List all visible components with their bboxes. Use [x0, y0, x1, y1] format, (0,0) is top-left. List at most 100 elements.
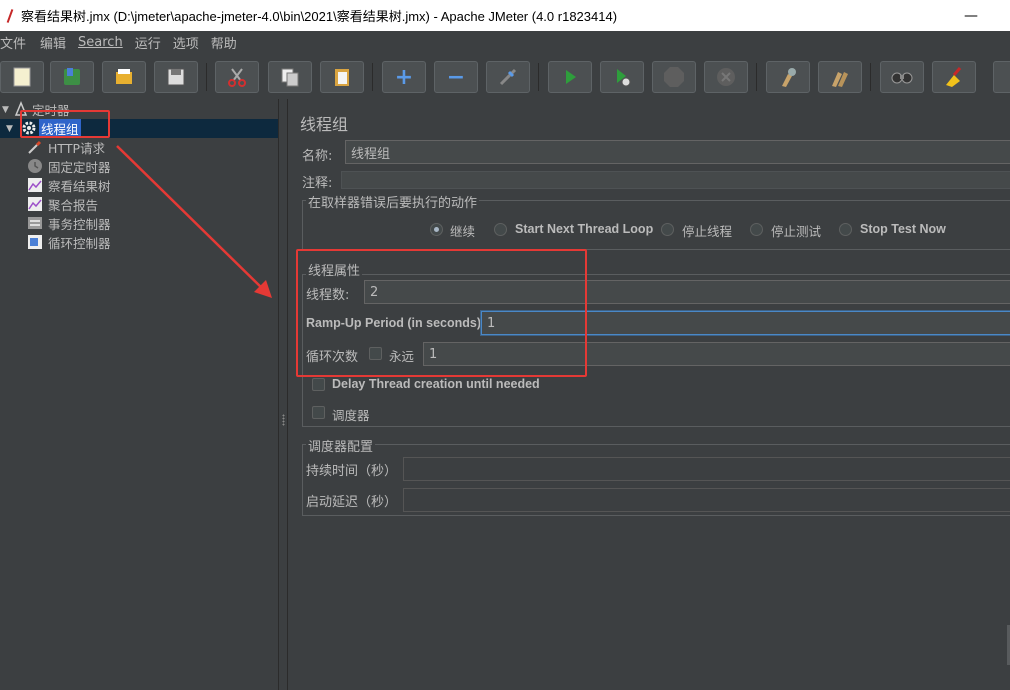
open-button[interactable] — [102, 61, 146, 93]
tree-label: 循环控制器 — [48, 236, 111, 251]
clear-icon — [782, 68, 796, 87]
shutdown-button[interactable] — [704, 61, 748, 93]
toggle-icon — [499, 68, 517, 86]
collapse-icon: − — [446, 64, 466, 90]
menu-file[interactable]: 文件 — [0, 33, 26, 52]
reset-search-button[interactable] — [932, 61, 976, 93]
duration-label: 持续时间（秒） — [306, 464, 398, 479]
graph-icon — [28, 178, 42, 192]
startup-delay-field[interactable] — [403, 488, 1010, 512]
toggle-button[interactable] — [486, 61, 530, 93]
controller-icon — [28, 217, 42, 229]
copy-icon — [281, 68, 299, 87]
name-field[interactable]: 线程组 — [345, 140, 1010, 164]
radio-stop-thread[interactable] — [661, 223, 674, 236]
search-icon — [891, 72, 913, 84]
error-action-title: 在取样器错误后要执行的动作 — [306, 192, 480, 211]
start-icon — [566, 70, 576, 84]
comment-label: 注释: — [302, 176, 333, 191]
tree-node-transaction-controller[interactable]: 事务控制器 — [0, 214, 278, 233]
new-icon — [13, 67, 31, 87]
menu-options[interactable]: 选项 — [173, 33, 199, 52]
copy-button[interactable] — [268, 61, 312, 93]
expand-icon: + — [394, 64, 414, 90]
expand-arrow-icon[interactable]: ▼ — [2, 105, 9, 115]
thread-group-panel: 线程组 名称: 线程组 注释: 在取样器错误后要执行的动作 继续 Start N… — [289, 99, 1010, 690]
cut-icon — [228, 68, 246, 87]
menu-help[interactable]: 帮助 — [211, 33, 237, 52]
tree-node-loop-controller[interactable]: 循环控制器 — [0, 233, 278, 252]
loop-icon — [28, 235, 42, 249]
toolbar: + − — [0, 55, 1010, 99]
jmeter-feather-icon — [5, 9, 15, 23]
maximize-button[interactable]: □ — [994, 0, 1010, 31]
templates-icon — [64, 68, 80, 85]
name-label: 名称: — [302, 149, 333, 164]
paste-button[interactable] — [320, 61, 364, 93]
radio-start-next-loop[interactable] — [494, 223, 507, 236]
timer-icon — [28, 159, 42, 173]
split-pane-divider[interactable] — [278, 99, 288, 690]
tree-label: 察看结果树 — [48, 179, 111, 194]
shutdown-icon — [717, 68, 735, 86]
stop-icon — [664, 67, 684, 87]
scheduler-label: 调度器 — [332, 408, 370, 423]
minimize-button[interactable]: — — [948, 0, 994, 31]
comment-field[interactable] — [341, 171, 1010, 189]
tree-label: 固定定时器 — [48, 160, 111, 175]
menu-bar: 文件 编辑 Search 运行 选项 帮助 — [0, 31, 1010, 53]
menu-edit[interactable]: 编辑 — [40, 33, 66, 52]
collapse-all-button[interactable]: − — [434, 61, 478, 93]
window-title: 察看结果树.jmx (D:\jmeter\apache-jmeter-4.0\b… — [21, 9, 618, 24]
cut-button[interactable] — [215, 61, 259, 93]
tree-node-constant-timer[interactable]: 固定定时器 — [0, 157, 278, 176]
clear-all-button[interactable] — [818, 61, 862, 93]
expand-all-button[interactable]: + — [382, 61, 426, 93]
search-button[interactable] — [880, 61, 924, 93]
scheduler-checkbox[interactable] — [312, 406, 325, 419]
expand-arrow-icon[interactable]: ▼ — [6, 124, 13, 134]
radio-label-start-next-loop: Start Next Thread Loop — [515, 222, 654, 236]
annotation-box-thread-properties — [296, 249, 587, 377]
clear-all-icon — [832, 72, 848, 87]
save-button[interactable] — [154, 61, 198, 93]
tree-node-results-tree[interactable]: 察看结果树 — [0, 176, 278, 195]
start-button[interactable] — [548, 61, 592, 93]
tree-node-aggregate-report[interactable]: 聚合报告 — [0, 195, 278, 214]
radio-label-continue: 继续 — [450, 224, 476, 239]
paste-icon — [335, 69, 349, 86]
radio-label-stop-test: 停止测试 — [771, 224, 822, 239]
menu-search[interactable]: Search — [78, 35, 123, 50]
drag-grip-icon[interactable] — [282, 414, 285, 426]
annotation-box-thread-group — [20, 110, 110, 138]
radio-label-stop-test-now: Stop Test Now — [860, 222, 946, 236]
duration-field[interactable] — [403, 457, 1010, 481]
start-no-pauses-icon — [617, 69, 631, 87]
delay-thread-creation-checkbox[interactable] — [312, 378, 325, 391]
clear-button[interactable] — [766, 61, 810, 93]
radio-stop-test[interactable] — [750, 223, 763, 236]
radio-label-stop-thread: 停止线程 — [682, 224, 733, 239]
templates-button[interactable] — [50, 61, 94, 93]
reset-search-icon — [946, 67, 962, 87]
tree-label: 事务控制器 — [48, 217, 111, 232]
page-title: 线程组 — [300, 115, 349, 134]
radio-stop-test-now[interactable] — [839, 223, 852, 236]
more-toolbar-button[interactable] — [993, 61, 1010, 93]
tree-label: HTTP请求 — [48, 141, 105, 156]
scheduler-config-title: 调度器配置 — [306, 436, 376, 455]
start-no-pauses-button[interactable] — [600, 61, 644, 93]
graph-icon — [28, 197, 42, 211]
stop-button[interactable] — [652, 61, 696, 93]
radio-continue[interactable] — [430, 223, 443, 236]
tree-node-http-request[interactable]: HTTP请求 — [0, 138, 278, 157]
open-icon — [116, 69, 132, 84]
tree-label: 聚合报告 — [48, 198, 99, 213]
test-plan-tree: ▼ 定时器 ▼ 线程组 HTTP请求 固定定时器 察看结果树 聚合报告 事务控制… — [0, 99, 278, 690]
delay-thread-creation-label: Delay Thread creation until needed — [332, 377, 540, 391]
startup-delay-label: 启动延迟（秒） — [306, 495, 398, 510]
title-bar: 察看结果树.jmx (D:\jmeter\apache-jmeter-4.0\b… — [0, 0, 1010, 31]
new-button[interactable] — [0, 61, 44, 93]
menu-run[interactable]: 运行 — [135, 33, 161, 52]
save-icon — [167, 68, 185, 86]
